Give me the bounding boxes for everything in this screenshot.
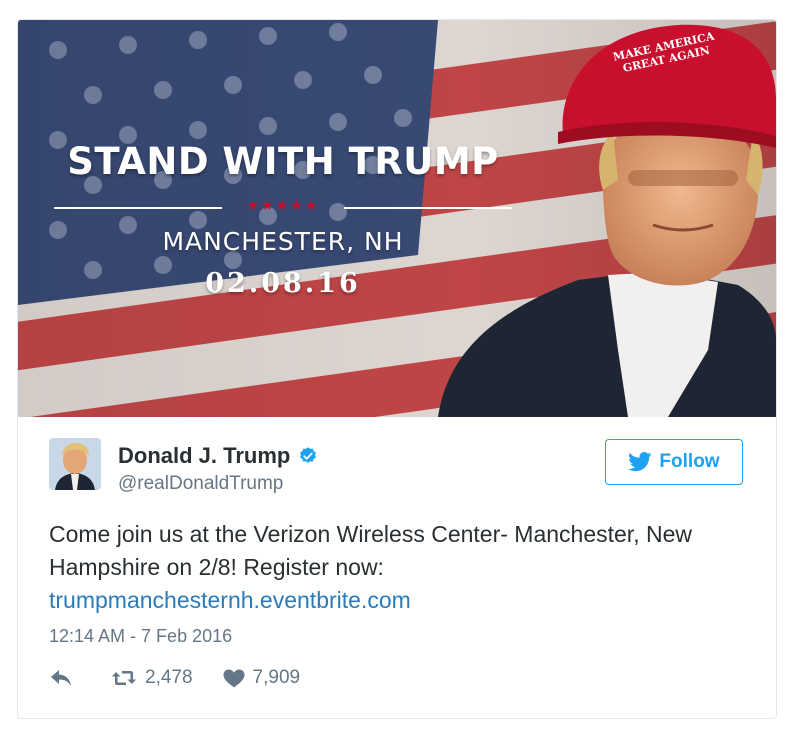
stars-row: ★★★★★ — [246, 197, 320, 213]
banner-text-block: STAND WITH TRUMP ★★★★★ MANCHESTER, NH 02… — [48, 140, 518, 299]
retweet-icon — [112, 671, 136, 685]
avatar[interactable] — [49, 438, 101, 490]
verified-badge-icon — [300, 447, 317, 463]
tweet-timestamp[interactable]: 12:14 AM - 7 Feb 2016 — [49, 626, 232, 647]
follow-button[interactable]: Follow — [605, 439, 743, 485]
tweet-body: Donald J. Trump @realDonaldTrump Follow … — [18, 417, 776, 718]
author-handle[interactable]: @realDonaldTrump — [118, 473, 283, 495]
author-name-row: Donald J. Trump — [118, 443, 318, 469]
like-button[interactable]: 7,909 — [223, 667, 301, 689]
avatar-image — [49, 438, 101, 490]
embedded-tweet-card: MAKE AMERICA GREAT AGAIN STAND WITH TRUM… — [17, 19, 777, 719]
retweet-count: 2,478 — [145, 667, 193, 688]
divider-line-right — [344, 207, 512, 209]
tweet-text: Come join us at the Verizon Wireless Cen… — [49, 518, 749, 617]
reply-icon — [51, 670, 71, 686]
author-name[interactable]: Donald J. Trump — [118, 443, 290, 469]
banner-city: MANCHESTER, NH — [162, 227, 404, 256]
banner-title: STAND WITH TRUMP — [67, 140, 499, 183]
reply-button[interactable] — [49, 669, 73, 687]
tweet-link[interactable]: trumpmanchesternh.eventbrite.com — [49, 584, 749, 617]
heart-icon — [223, 669, 245, 687]
twitter-bird-icon — [628, 452, 653, 472]
retweet-button[interactable]: 2,478 — [111, 667, 193, 689]
tweet-message: Come join us at the Verizon Wireless Cen… — [49, 521, 692, 580]
tweet-actions: 2,478 7,909 — [49, 667, 300, 689]
banner-date: 02.08.16 — [205, 268, 361, 299]
tweet-banner-image[interactable]: MAKE AMERICA GREAT AGAIN STAND WITH TRUM… — [18, 20, 776, 417]
like-count: 7,909 — [252, 667, 301, 688]
banner-divider: ★★★★★ — [48, 197, 518, 219]
follow-label: Follow — [659, 451, 720, 472]
